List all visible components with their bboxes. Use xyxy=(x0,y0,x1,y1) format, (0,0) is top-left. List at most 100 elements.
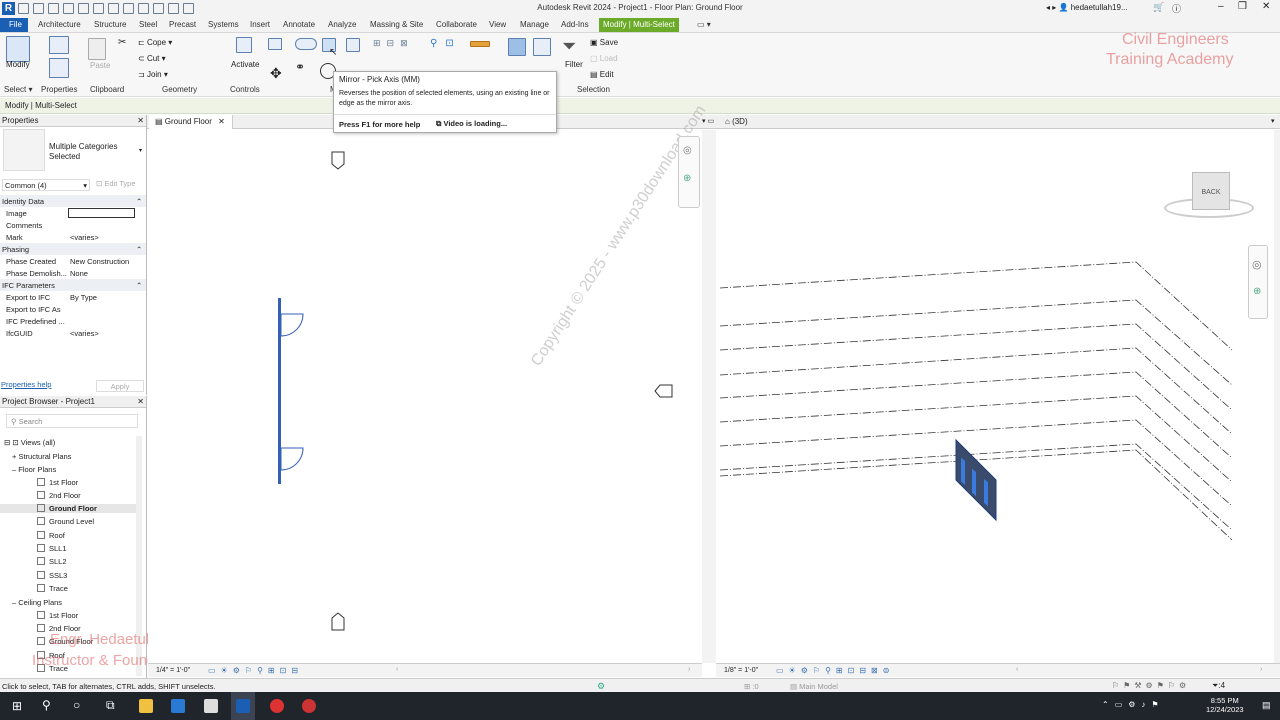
view-cube-face[interactable]: BACK xyxy=(1192,172,1230,210)
mirror-draw-axis-icon[interactable] xyxy=(346,38,360,52)
section-phasing[interactable]: Phasing ⌃ xyxy=(0,243,146,255)
save-selection-button[interactable]: ▣ Save xyxy=(590,38,618,47)
tree-ceiling-plans[interactable]: – Ceiling Plans xyxy=(12,598,62,607)
scale-plan[interactable]: 1/4" = 1'-0" xyxy=(156,667,190,674)
close-icon[interactable]: ✕ xyxy=(218,117,225,126)
browser-search-input[interactable]: ⚲ Search xyxy=(6,414,138,428)
tab-collaborate[interactable]: Collaborate xyxy=(436,20,477,29)
close-icon[interactable]: ✕ xyxy=(137,397,144,406)
right-scrollbar[interactable] xyxy=(1274,130,1280,663)
prop-row-ifc-predefined[interactable]: IFC Predefined ... xyxy=(0,315,146,327)
type-properties-icon[interactable] xyxy=(49,36,69,54)
tab-analyze[interactable]: Analyze xyxy=(328,20,356,29)
activate-icon[interactable] xyxy=(236,37,252,53)
mail-icon[interactable] xyxy=(171,699,185,713)
tab-view[interactable]: View xyxy=(489,20,506,29)
section-identity-data[interactable]: Identity Data ⌃ xyxy=(0,195,146,207)
revit-taskbar-icon[interactable] xyxy=(236,699,250,713)
panel-select-label[interactable]: Select ▾ xyxy=(4,85,32,94)
tab-menu-icon-right[interactable]: ▾ xyxy=(1271,117,1275,125)
help-icon[interactable]: ⓘ xyxy=(1172,2,1181,15)
tree-ceiling-1st-floor[interactable]: 1st Floor xyxy=(37,611,78,620)
tab-manage[interactable]: Manage xyxy=(520,20,549,29)
hscroll-left-icon[interactable]: ‹ xyxy=(1016,666,1018,673)
tree-view-sll1[interactable]: SLL1 xyxy=(37,544,67,553)
zoom-icon[interactable]: ⊕ xyxy=(1253,286,1261,297)
activate-button[interactable]: Activate xyxy=(231,60,259,69)
edit-type-button[interactable]: ⊡ Edit Type xyxy=(96,179,136,188)
load-selection-button[interactable]: ▢ Load xyxy=(590,54,618,63)
hscroll-right-icon[interactable]: › xyxy=(688,666,690,673)
tree-floor-plans[interactable]: – Floor Plans xyxy=(12,465,56,474)
maximize-button[interactable]: ❐ xyxy=(1238,1,1247,12)
contextual-toggle[interactable]: ▭ ▾ xyxy=(697,20,711,29)
tab-architecture[interactable]: Architecture xyxy=(38,20,81,29)
paste-icon[interactable] xyxy=(88,38,106,60)
filter-icon[interactable]: ⏷ xyxy=(562,36,576,57)
tree-view-ground-level[interactable]: Ground Level xyxy=(37,517,94,526)
tab-structure[interactable]: Structure xyxy=(94,20,126,29)
type-selector[interactable]: Multiple Categories Selected xyxy=(49,142,137,162)
instance-filter-dropdown[interactable]: Common (4) ▾ xyxy=(2,179,90,191)
view-cube[interactable]: BACK xyxy=(1164,170,1254,222)
recorder-icon[interactable] xyxy=(302,699,316,713)
prop-row-mark[interactable]: Mark <varies> xyxy=(0,231,146,243)
system-clock[interactable]: 8:55 PM 12/24/2023 xyxy=(1206,696,1244,714)
tab-annotate[interactable]: Annotate xyxy=(283,20,315,29)
navigation-bar-3d[interactable]: ◎ ⊕ xyxy=(1248,245,1268,319)
tab-file[interactable]: File xyxy=(0,18,28,32)
tree-views-all[interactable]: ⊟ ⊡ Views (all) xyxy=(4,438,55,447)
model-selector[interactable]: ▤ Main Model xyxy=(790,682,838,691)
calculator-icon[interactable] xyxy=(204,699,218,713)
prop-row-phase-created[interactable]: Phase Created New Construction xyxy=(0,255,146,267)
system-tray-icons[interactable]: ⌃▭⚙♪⚑ xyxy=(1102,700,1165,709)
floor-plan-canvas[interactable]: Copyright © 2025 - www.p30download.com ◎… xyxy=(148,102,709,663)
offset-icon[interactable] xyxy=(295,38,317,50)
tab-modify-multi-select[interactable]: Modify | Multi-Select xyxy=(599,18,679,32)
taskbar-search-icon[interactable]: ⚲ xyxy=(42,698,51,712)
apply-button[interactable]: Apply xyxy=(96,380,144,392)
cope-button[interactable]: ⊏ Cope ▾ xyxy=(138,38,172,47)
modify-button[interactable]: Modify xyxy=(6,60,30,69)
section-ifc-parameters[interactable]: IFC Parameters ⌃ xyxy=(0,279,146,291)
close-icon[interactable]: ✕ xyxy=(137,116,144,125)
scale-3d[interactable]: 1/8" = 1'-0" xyxy=(724,667,758,674)
tab-add-ins[interactable]: Add-Ins xyxy=(561,20,589,29)
3d-view-canvas[interactable]: BACK ◎ ⊕ xyxy=(716,130,1274,663)
chrome-icon[interactable] xyxy=(270,699,284,713)
notifications-icon[interactable]: ▤ xyxy=(1262,700,1271,711)
prop-row-export-ifc[interactable]: Export to IFC By Type xyxy=(0,291,146,303)
align-icon[interactable] xyxy=(268,38,282,50)
properties-icon[interactable] xyxy=(49,58,69,78)
paste-button[interactable]: Paste xyxy=(90,61,110,70)
tab-insert[interactable]: Insert xyxy=(250,20,270,29)
create-icon[interactable] xyxy=(508,38,526,56)
create-similar-icon[interactable] xyxy=(533,38,551,56)
prop-row-ifcguid[interactable]: IfcGUID <varies> xyxy=(0,327,146,339)
chevron-down-icon[interactable]: ▾ xyxy=(139,147,142,154)
tooltip-video-link[interactable]: ⧉ Video is loading... xyxy=(436,119,507,129)
prop-row-export-ifc-as[interactable]: Export to IFC As xyxy=(0,303,146,315)
task-view-icon[interactable]: ⧉ xyxy=(106,698,115,713)
tab-3d-view[interactable]: ⌂ (3D) xyxy=(719,115,754,129)
tree-view-ground-floor-active[interactable]: Ground Floor xyxy=(0,504,136,513)
join-button[interactable]: ⊐ Join ▾ xyxy=(138,70,168,79)
tree-view-ssl3[interactable]: SSL3 xyxy=(37,571,67,580)
tree-view-roof[interactable]: Roof xyxy=(37,531,65,540)
prop-row-phase-demolished[interactable]: Phase Demolish... None xyxy=(0,267,146,279)
tree-view-2nd-floor[interactable]: 2nd Floor xyxy=(37,491,81,500)
modify-tools-row[interactable]: ⊞⊟⊠ xyxy=(373,38,414,49)
selection-filter-count[interactable]: ⏷:4 xyxy=(1212,681,1225,691)
copy-icon[interactable]: ⚭ xyxy=(295,60,305,74)
hscroll-left-icon[interactable]: ‹ xyxy=(396,666,398,673)
view-controls-plan[interactable]: ▭☀⚙⚐⚲⊞⊡⊟ xyxy=(208,666,303,675)
view-controls-3d[interactable]: ▭☀⚙⚐⚲⊞⊡⊟⊠⊜ xyxy=(776,666,894,675)
modify-icon[interactable] xyxy=(6,36,30,62)
tree-structural-plans[interactable]: + Structural Plans xyxy=(12,452,71,461)
windows-start-icon[interactable]: ⊞ xyxy=(12,699,22,713)
cart-icon[interactable]: 🛒 xyxy=(1153,2,1164,13)
navigation-bar[interactable]: ◎ ⊕ xyxy=(678,136,700,208)
view-splitter[interactable] xyxy=(702,130,716,663)
selection-toggles[interactable]: ⚐⚑⚒⚙⚑⚐⚙ xyxy=(1112,681,1190,690)
move-icon[interactable]: ✥ xyxy=(270,65,282,82)
